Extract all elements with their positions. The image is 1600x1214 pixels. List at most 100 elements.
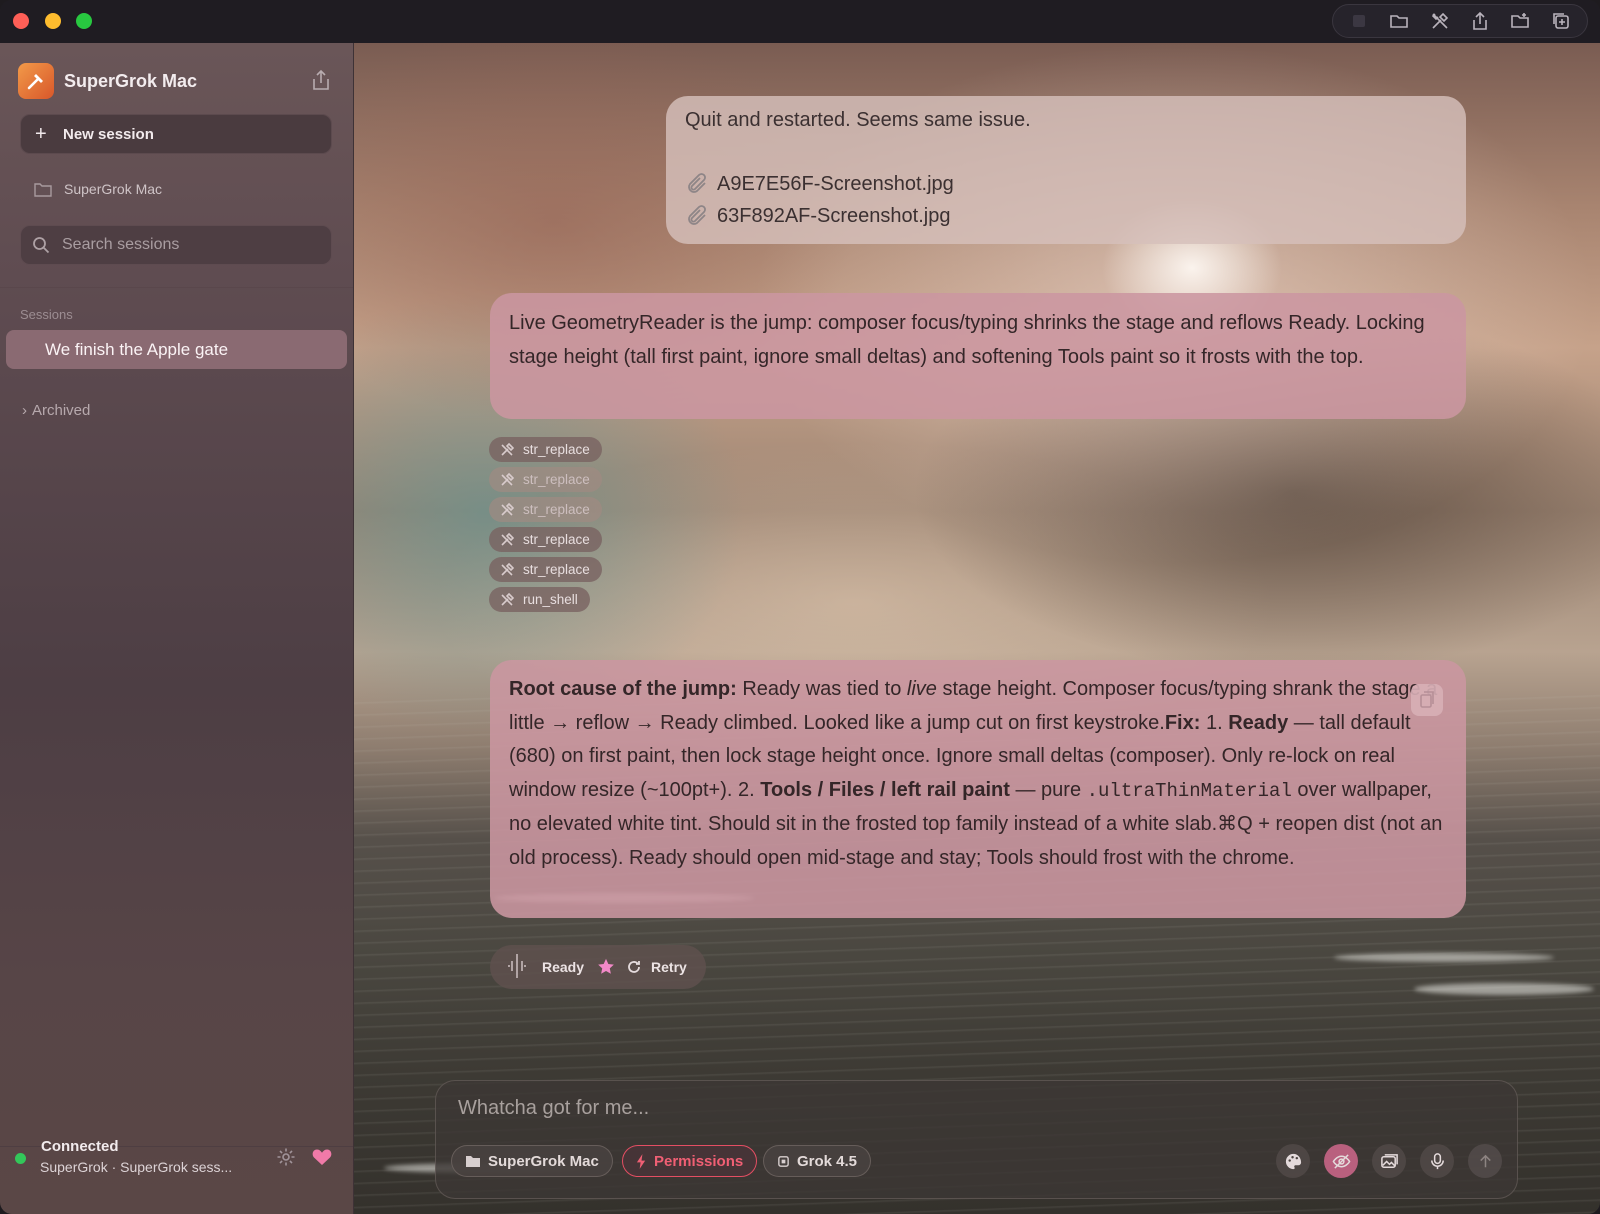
retry-button[interactable]: Retry xyxy=(651,959,687,975)
photo-icon xyxy=(1380,1153,1398,1168)
app-header: SuperGrok Mac xyxy=(18,61,335,101)
tools-icon xyxy=(501,472,514,486)
share-icon xyxy=(313,69,329,90)
tool-call-chip[interactable]: str_replace xyxy=(489,497,602,522)
send-button[interactable] xyxy=(1468,1144,1502,1178)
tools-icon xyxy=(501,442,514,456)
message-bold-text: Ready xyxy=(1228,711,1289,734)
attachment-item[interactable]: A9E7E56F-Screenshot.jpg xyxy=(685,172,954,196)
heart-icon xyxy=(312,1149,332,1165)
tool-call-chip[interactable]: str_replace xyxy=(489,527,602,552)
search-sessions-field[interactable] xyxy=(20,225,332,265)
session-item[interactable]: We finish the Apple gate xyxy=(6,330,347,369)
cpu-icon xyxy=(778,1155,789,1167)
search-input[interactable] xyxy=(60,235,314,255)
new-session-button[interactable]: + New session xyxy=(20,114,332,154)
paperclip-icon xyxy=(688,205,706,225)
project-item[interactable]: SuperGrok Mac xyxy=(34,179,162,199)
tool-call-chip[interactable]: str_replace xyxy=(489,437,602,462)
project-chip-label: SuperGrok Mac xyxy=(488,1152,599,1170)
user-message-bubble: Quit and restarted. Seems same issue. A9… xyxy=(666,96,1466,244)
zoom-window-button[interactable] xyxy=(76,13,92,29)
wallpaper-foam xyxy=(1334,953,1554,962)
message-text: Ready was tied to xyxy=(736,678,907,700)
files-button[interactable] xyxy=(1386,8,1412,34)
sessions-heading: Sessions xyxy=(20,307,73,322)
share-button[interactable] xyxy=(1467,8,1493,34)
permissions-chip-label: Permissions xyxy=(654,1152,744,1170)
chevron-right-icon: › xyxy=(22,402,27,419)
settings-button[interactable] xyxy=(276,1147,298,1169)
bolt-icon xyxy=(636,1153,646,1169)
close-window-button[interactable] xyxy=(13,13,29,29)
tool-call-chip[interactable]: run_shell xyxy=(489,587,590,612)
tool-call-name: str_replace xyxy=(523,502,590,517)
theme-button[interactable] xyxy=(1276,1144,1310,1178)
plus-icon: + xyxy=(35,122,47,145)
chat-area: Quit and restarted. Seems same issue. A9… xyxy=(354,43,1600,1214)
tools-button[interactable] xyxy=(1427,8,1453,34)
hammer-icon xyxy=(27,74,43,90)
favorite-button[interactable] xyxy=(312,1148,334,1168)
stop-button[interactable] xyxy=(1346,8,1372,34)
copy-message-button[interactable] xyxy=(1411,684,1443,716)
model-chip[interactable]: Grok 4.5 xyxy=(763,1145,872,1177)
message-status-pill: Ready Retry xyxy=(490,945,706,989)
model-chip-label: Grok 4.5 xyxy=(797,1152,858,1170)
wallpaper-foam xyxy=(1414,983,1594,995)
arrow-up-icon xyxy=(1479,1154,1491,1167)
message-text: — pure xyxy=(1009,778,1087,801)
ready-label: Ready xyxy=(542,959,585,975)
folder-icon xyxy=(1390,15,1409,28)
attach-image-button[interactable] xyxy=(1372,1144,1406,1178)
minimize-window-button[interactable] xyxy=(45,13,61,29)
folder-icon xyxy=(466,1156,480,1167)
duplicate-icon xyxy=(1552,13,1569,29)
star-icon xyxy=(598,958,614,974)
new-session-label: New session xyxy=(63,125,154,143)
message-code-text: .ultraThinMaterial xyxy=(1086,779,1292,802)
archived-toggle[interactable]: › Archived xyxy=(22,402,90,419)
open-folder-button[interactable] xyxy=(1507,8,1533,34)
message-bold-text: Root cause of the jump: xyxy=(509,678,737,700)
microphone-icon xyxy=(1430,1152,1444,1169)
tool-call-name: str_replace xyxy=(523,442,590,457)
search-icon xyxy=(33,237,50,254)
connection-status-dot xyxy=(15,1153,26,1164)
tools-icon xyxy=(501,562,514,576)
voice-input-button[interactable] xyxy=(1420,1144,1454,1178)
title-bar xyxy=(0,0,1600,43)
message-text: 1. xyxy=(1200,711,1229,734)
message-italic-text: live xyxy=(906,678,937,700)
eye-slash-icon xyxy=(1332,1153,1350,1169)
tool-call-chip[interactable]: str_replace xyxy=(489,467,602,492)
sparkle-icon xyxy=(506,952,528,983)
permissions-chip[interactable]: Permissions xyxy=(622,1145,758,1177)
connection-status-subtitle: SuperGrok · SuperGrok sess... xyxy=(40,1159,233,1175)
tools-icon xyxy=(1431,12,1448,29)
assistant-message-text: Live GeometryReader is the jump: compose… xyxy=(509,312,1425,368)
attachment-item[interactable]: 63F892AF-Screenshot.jpg xyxy=(685,204,950,228)
message-bold-text: Tools / Files / left rail paint xyxy=(760,778,1010,801)
app-window: SuperGrok Mac + New session SuperGrok Ma… xyxy=(0,0,1600,1214)
retry-icon xyxy=(627,960,641,977)
attachment-name: 63F892AF-Screenshot.jpg xyxy=(717,204,951,227)
project-label: SuperGrok Mac xyxy=(64,181,163,197)
sidebar-divider xyxy=(0,287,353,288)
attachment-name: A9E7E56F-Screenshot.jpg xyxy=(717,172,954,195)
project-chip[interactable]: SuperGrok Mac xyxy=(451,1145,613,1177)
assistant-message-bubble: Root cause of the jump: Ready was tied t… xyxy=(490,660,1466,918)
tool-call-chip[interactable]: str_replace xyxy=(489,557,602,582)
palette-icon xyxy=(1285,1153,1301,1169)
tool-call-name: str_replace xyxy=(523,472,590,487)
tools-icon xyxy=(501,532,514,546)
folder-add-icon xyxy=(1511,13,1530,28)
hide-toggle-button[interactable] xyxy=(1324,1144,1358,1178)
share-icon xyxy=(1473,11,1487,30)
connection-status-title: Connected xyxy=(41,1138,119,1155)
duplicate-window-button[interactable] xyxy=(1548,8,1574,34)
composer: SuperGrok Mac Permissions Grok 4.5 xyxy=(435,1080,1518,1199)
star-button[interactable] xyxy=(597,958,615,979)
export-button[interactable] xyxy=(311,69,335,93)
message-input[interactable] xyxy=(456,1095,1460,1133)
